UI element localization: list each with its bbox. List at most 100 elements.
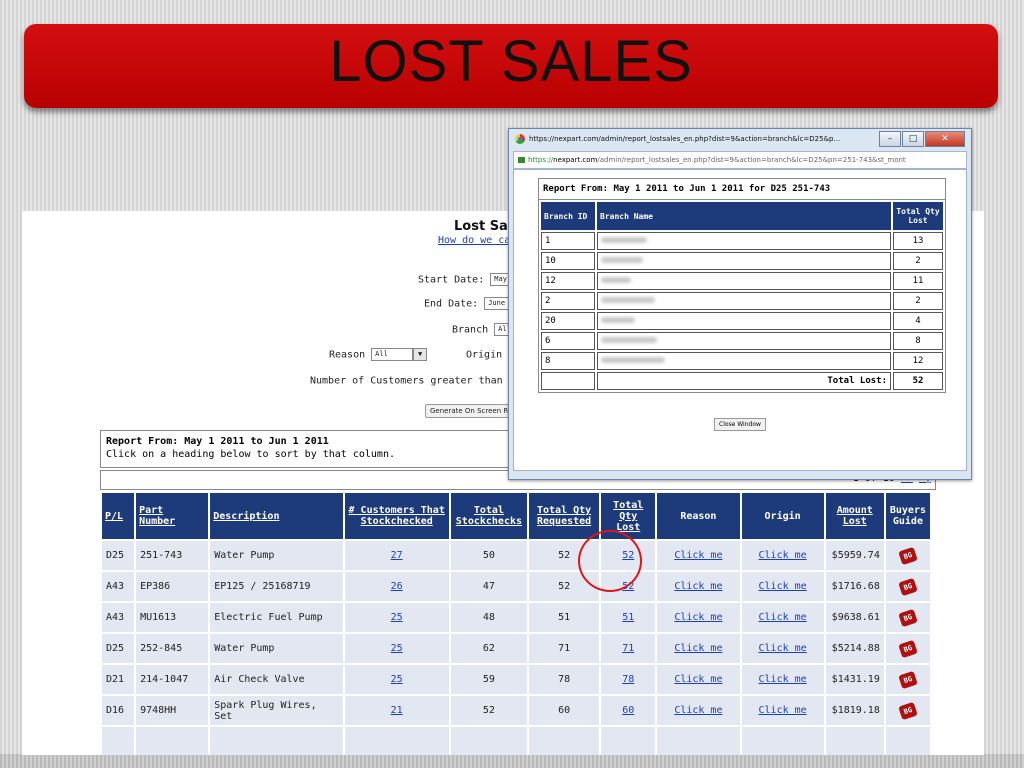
cell-amount: $1431.19 xyxy=(825,665,884,694)
reason-link[interactable]: Click me xyxy=(674,581,722,592)
end-date-label: End Date: xyxy=(424,298,479,310)
reason-link[interactable]: Click me xyxy=(674,674,722,685)
cell-part: 251-743 xyxy=(136,541,209,570)
buyers-guide-icon[interactable]: BG xyxy=(898,701,918,720)
origin-link[interactable]: Click me xyxy=(759,550,807,561)
qty-lost-link[interactable]: 51 xyxy=(622,612,634,623)
generate-report-button[interactable]: Generate On Screen Re xyxy=(425,404,518,418)
origin-link[interactable]: Click me xyxy=(759,643,807,654)
col-stockchecks[interactable]: Total Stockchecks xyxy=(450,493,527,539)
branch-id: 10 xyxy=(541,252,595,270)
customers-link[interactable]: 25 xyxy=(391,612,403,623)
branch-label: Branch xyxy=(452,324,489,336)
branch-row: 12 11 xyxy=(541,272,943,290)
end-date-row: End Date: June xyxy=(424,297,515,310)
branch-id: 2 xyxy=(541,292,595,310)
origin-link[interactable]: Click me xyxy=(759,612,807,623)
table-row: D21 214-1047 Air Check Valve 25 59 78 78… xyxy=(102,665,930,694)
qty-lost-link[interactable]: 60 xyxy=(622,705,634,716)
maximize-icon[interactable]: □ xyxy=(902,131,924,147)
branch-table: Branch ID Branch Name Total Qty Lost 1 13… xyxy=(539,200,945,392)
customers-link[interactable]: 21 xyxy=(391,705,403,716)
close-window-button[interactable]: Close Window xyxy=(714,418,766,431)
start-date-label: Start Date: xyxy=(418,274,485,286)
total-lost-value: 52 xyxy=(893,372,943,390)
table-row: A43 EP386 EP125 / 25168719 26 47 52 52 C… xyxy=(102,572,930,601)
buyers-guide-icon[interactable]: BG xyxy=(898,546,918,565)
highlight-circle xyxy=(578,530,642,592)
popup-body: Report From: May 1 2011 to Jun 1 2011 fo… xyxy=(513,169,967,471)
customers-link[interactable]: 25 xyxy=(391,674,403,685)
buyers-guide-icon[interactable]: BG xyxy=(898,639,918,658)
lost-sales-table: P/L Part Number Description # Customers … xyxy=(100,491,932,755)
table-row: D25 252-845 Water Pump 25 62 71 71 Click… xyxy=(102,634,930,663)
slide-bottom-band xyxy=(0,754,1024,768)
popup-address-bar[interactable]: https://nexpart.com/admin/report_lostsal… xyxy=(513,151,967,169)
reason-link[interactable]: Click me xyxy=(674,643,722,654)
close-icon[interactable]: ✕ xyxy=(925,131,965,147)
branch-report-title: Report From: May 1 2011 to Jun 1 2011 fo… xyxy=(539,179,945,200)
branch-id: 20 xyxy=(541,312,595,330)
branch-qty: 4 xyxy=(893,312,943,330)
branch-row: 8 12 xyxy=(541,352,943,370)
cell-part: 252-845 xyxy=(136,634,209,663)
origin-link[interactable]: Click me xyxy=(759,581,807,592)
cell-pl: A43 xyxy=(102,603,135,632)
cell-requested: 60 xyxy=(529,696,600,725)
minimize-icon[interactable]: – xyxy=(879,131,901,147)
branch-id: 1 xyxy=(541,232,595,250)
col-customers[interactable]: # Customers That Stockchecked xyxy=(344,493,449,539)
reason-link[interactable]: Click me xyxy=(674,612,722,623)
customers-link[interactable]: 25 xyxy=(391,643,403,654)
reason-select[interactable]: All xyxy=(371,348,414,361)
branch-name-redacted xyxy=(597,312,891,330)
col-part-number[interactable]: Part Number xyxy=(136,493,209,539)
cell-pl: A43 xyxy=(102,572,135,601)
col-description[interactable]: Description xyxy=(210,493,343,539)
report-sort-hint: Click on a heading below to sort by that… xyxy=(106,449,395,460)
table-header-row: P/L Part Number Description # Customers … xyxy=(102,493,930,539)
branch-name-redacted xyxy=(597,272,891,290)
reason-link[interactable]: Click me xyxy=(674,705,722,716)
qty-lost-link[interactable]: 71 xyxy=(622,643,634,654)
branch-row: Branch All xyxy=(452,323,515,336)
origin-link[interactable]: Click me xyxy=(759,705,807,716)
buyers-guide-icon[interactable]: BG xyxy=(898,577,918,596)
buyers-guide-icon[interactable]: BG xyxy=(898,670,918,689)
col-reason: Reason xyxy=(657,493,740,539)
buyers-guide-icon[interactable]: BG xyxy=(898,608,918,627)
popup-window-title: https://nexpart.com/admin/report_lostsal… xyxy=(529,135,841,143)
table-row: D16 9748HH Spark Plug Wires, Set 21 52 6… xyxy=(102,696,930,725)
cell-amount: $1819.18 xyxy=(825,696,884,725)
branch-qty: 8 xyxy=(893,332,943,350)
report-date-range: Report From: May 1 2011 to Jun 1 2011 xyxy=(106,436,329,447)
customers-row: Number of Customers greater than 2 xyxy=(310,374,537,387)
cell-desc: Spark Plug Wires, Set xyxy=(210,696,343,725)
cell-desc: Water Pump xyxy=(210,634,343,663)
reason-row: Reason All ▼ xyxy=(329,348,428,361)
reason-link[interactable]: Click me xyxy=(674,550,722,561)
branch-row: 10 2 xyxy=(541,252,943,270)
branch-qty: 12 xyxy=(893,352,943,370)
col-qty-requested[interactable]: Total Qty Requested xyxy=(529,493,600,539)
popup-titlebar[interactable]: https://nexpart.com/admin/report_lostsal… xyxy=(509,129,971,149)
branch-qty: 13 xyxy=(893,232,943,250)
customers-link[interactable]: 26 xyxy=(391,581,403,592)
help-link[interactable]: How do we cal xyxy=(438,235,516,246)
col-origin: Origin xyxy=(741,493,824,539)
origin-label: Origin xyxy=(466,349,503,361)
cell-stockchecks: 47 xyxy=(450,572,527,601)
col-amount-lost[interactable]: Amount Lost xyxy=(825,493,884,539)
url-host: nexpart.com xyxy=(553,156,598,164)
chrome-icon xyxy=(515,134,525,144)
cell-stockchecks: 50 xyxy=(450,541,527,570)
branch-qty: 11 xyxy=(893,272,943,290)
customers-link[interactable]: 27 xyxy=(391,550,403,561)
chevron-down-icon[interactable]: ▼ xyxy=(413,348,428,361)
cell-stockchecks: 59 xyxy=(450,665,527,694)
branch-name-redacted xyxy=(597,332,891,350)
qty-lost-link[interactable]: 78 xyxy=(622,674,634,685)
origin-link[interactable]: Click me xyxy=(759,674,807,685)
col-pl[interactable]: P/L xyxy=(102,493,135,539)
cell-requested: 71 xyxy=(529,634,600,663)
